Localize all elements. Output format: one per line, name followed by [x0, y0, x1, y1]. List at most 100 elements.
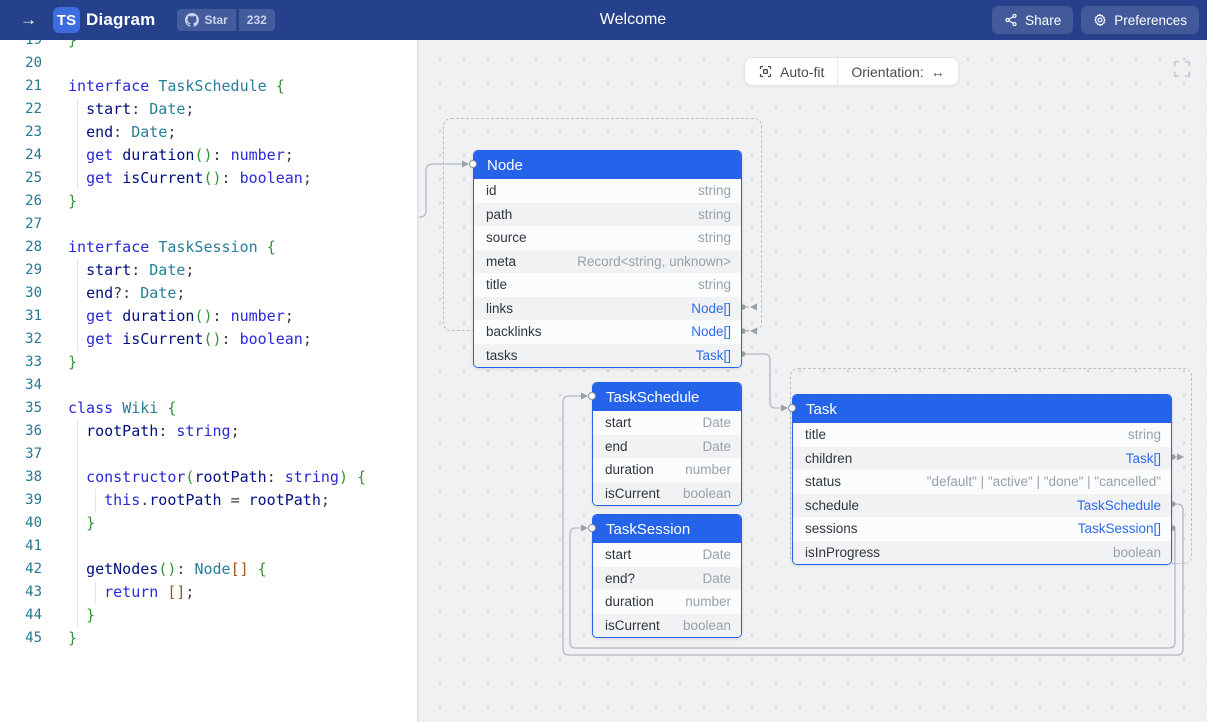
- ts-logo: TS: [53, 7, 80, 33]
- line-number: 38: [0, 466, 46, 489]
- code-line: 39 this.rootPath = rootPath;: [0, 489, 417, 512]
- github-star-badge[interactable]: Star 232: [177, 9, 274, 31]
- property-name: source: [486, 230, 527, 245]
- property-name: title: [486, 277, 507, 292]
- code-line: 30 end?: Date;: [0, 282, 417, 305]
- line-number: 37: [0, 443, 46, 466]
- type-link[interactable]: Node[]: [691, 324, 731, 339]
- type-link[interactable]: Node[]: [691, 301, 731, 316]
- github-icon: [185, 13, 199, 27]
- line-number: 26: [0, 190, 46, 213]
- type-label: boolean: [1113, 545, 1161, 560]
- app-name: Diagram: [86, 10, 155, 30]
- code-lines: 19}2021interface TaskSchedule {22 start:…: [0, 40, 417, 650]
- gear-icon: [1093, 13, 1107, 27]
- preferences-button[interactable]: Preferences: [1081, 6, 1199, 34]
- code-line: 32 get isCurrent(): boolean;: [0, 328, 417, 351]
- type-label: Date: [702, 571, 731, 586]
- connector-wires: [419, 40, 1207, 722]
- code-line: 34: [0, 374, 417, 397]
- share-button[interactable]: Share: [992, 6, 1073, 34]
- type-link[interactable]: Task[]: [1126, 451, 1161, 466]
- code-line: 26}: [0, 190, 417, 213]
- property-name: schedule: [805, 498, 859, 513]
- line-number: 35: [0, 397, 46, 420]
- type-link[interactable]: TaskSchedule: [1077, 498, 1161, 513]
- line-number: 34: [0, 374, 46, 397]
- line-number: 31: [0, 305, 46, 328]
- property-name: title: [805, 427, 826, 442]
- code-line: 37: [0, 443, 417, 466]
- line-number: 20: [0, 52, 46, 75]
- code-line: 41: [0, 535, 417, 558]
- entity-taskschedule[interactable]: TaskSchedulestartDateendDatedurationnumb…: [592, 382, 742, 506]
- code-line: 31 get duration(): number;: [0, 305, 417, 328]
- fullscreen-icon: [1171, 58, 1193, 80]
- property-name: start: [605, 415, 631, 430]
- type-label: Date: [702, 439, 731, 454]
- type-label: Date: [702, 415, 731, 430]
- entity-row-duration: durationnumber: [593, 590, 741, 614]
- property-name: duration: [605, 462, 654, 477]
- property-name: path: [486, 207, 512, 222]
- entity-row-title: titlestring: [474, 273, 741, 297]
- property-name: status: [805, 474, 841, 489]
- entity-node[interactable]: NodeidstringpathstringsourcestringmetaRe…: [473, 150, 742, 368]
- line-number: 27: [0, 213, 46, 236]
- code-line: 21interface TaskSchedule {: [0, 75, 417, 98]
- autofit-button[interactable]: Auto-fit: [745, 58, 837, 85]
- entity-port: [788, 404, 796, 412]
- type-link[interactable]: TaskSession[]: [1078, 521, 1161, 536]
- entity-row-backlinks: backlinksNode[]: [474, 320, 741, 344]
- entity-port: [588, 392, 596, 400]
- line-number: 23: [0, 121, 46, 144]
- wire-node-tasks-to-task: [742, 354, 781, 408]
- autofit-label: Auto-fit: [780, 64, 824, 80]
- line-number: 32: [0, 328, 46, 351]
- orientation-label: Orientation:: [851, 64, 923, 80]
- code-editor[interactable]: 19}2021interface TaskSchedule {22 start:…: [0, 40, 417, 722]
- entity-title: TaskSchedule: [593, 383, 741, 411]
- entity-title: Node: [474, 151, 741, 179]
- entity-title: TaskSession: [593, 515, 741, 543]
- entity-row-sessions: sessions TaskSession[]: [793, 517, 1171, 541]
- indent-guide: [77, 98, 78, 190]
- type-label: string: [1128, 427, 1161, 442]
- property-name: id: [486, 183, 497, 198]
- line-number: 42: [0, 558, 46, 581]
- entity-task[interactable]: TasktitlestringchildrenTask[]status"defa…: [792, 394, 1172, 565]
- type-label: string: [698, 183, 731, 198]
- type-link[interactable]: Task[]: [696, 348, 731, 363]
- line-number: 43: [0, 581, 46, 604]
- property-name: meta: [486, 254, 516, 269]
- property-name: isCurrent: [605, 486, 660, 501]
- type-label: string: [698, 230, 731, 245]
- code-line: 27: [0, 213, 417, 236]
- page-title: Welcome: [600, 11, 666, 29]
- code-line: 44 }: [0, 604, 417, 627]
- line-number: 25: [0, 167, 46, 190]
- entity-port: [588, 524, 596, 532]
- property-name: sessions: [805, 521, 858, 536]
- line-number: 21: [0, 75, 46, 98]
- line-number: 22: [0, 98, 46, 121]
- entity-row-id: id string: [474, 179, 741, 203]
- entity-title: Task: [793, 395, 1171, 423]
- entity-tasksession[interactable]: TaskSessionstartDateend?Datedurationnumb…: [592, 514, 742, 638]
- indent-guide: [77, 259, 78, 351]
- orientation-button[interactable]: Orientation: ↔: [838, 58, 957, 85]
- line-number: 45: [0, 627, 46, 650]
- app-header: → TS Diagram Star 232 Welcome Share: [0, 0, 1207, 40]
- entity-row-isInProgress: isInProgressboolean: [793, 541, 1171, 565]
- diagram-canvas[interactable]: NodeidstringpathstringsourcestringmetaRe…: [419, 40, 1207, 722]
- entity-row-status: status "default" | "active" | "done" | "c…: [793, 470, 1171, 494]
- code-line: 22 start: Date;: [0, 98, 417, 121]
- property-name: end: [605, 439, 628, 454]
- back-arrow-icon[interactable]: →: [20, 10, 37, 30]
- line-number: 40: [0, 512, 46, 535]
- code-line: 25 get isCurrent(): boolean;: [0, 167, 417, 190]
- type-label: boolean: [683, 618, 731, 633]
- line-number: 30: [0, 282, 46, 305]
- type-label: "default" | "active" | "done" | "cancell…: [927, 474, 1161, 489]
- fullscreen-button[interactable]: [1171, 58, 1193, 80]
